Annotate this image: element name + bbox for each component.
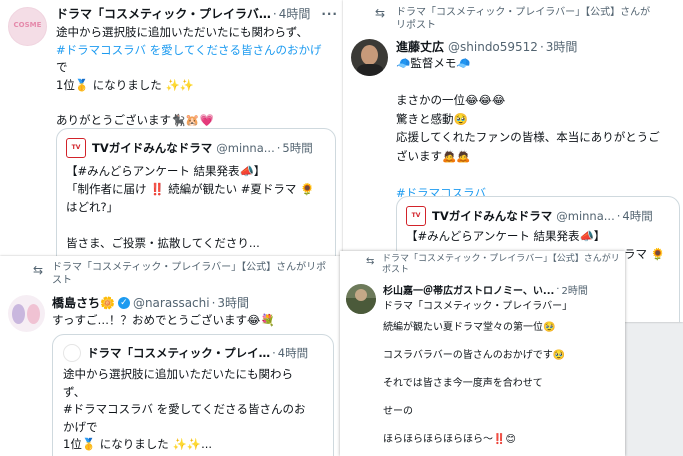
author-name[interactable]: ドラマ「コスメティック・プレイラバ… <box>56 5 271 22</box>
avatar[interactable] <box>351 39 388 76</box>
post-card-sugiyama[interactable]: ⇆ ドラマ「コスメティック・プレイラバー」【公式】さんがリポスト 杉山嘉一＠帯広… <box>340 251 625 456</box>
post-time[interactable]: 3時間 <box>217 294 249 311</box>
quote-time: 4時間 <box>622 209 653 223</box>
tvguide-logo-icon: TV <box>66 138 86 158</box>
repost-label[interactable]: ドラマ「コスメティック・プレイラバー」【公式】さんがリポスト <box>382 254 620 276</box>
repost-label[interactable]: ドラマ「コスメティック・プレイラバー」【公式】さんがリポスト <box>396 6 656 32</box>
author-handle: @shindo59512 <box>448 39 538 54</box>
avatar[interactable] <box>346 284 376 314</box>
post-card-hashijima[interactable]: ⇆ ドラマ「コスメティック・プレイラバー」【公式】さんがリポスト 橋島さち🌼 ✓… <box>0 256 343 456</box>
post-time[interactable]: 4時間 <box>279 5 311 22</box>
post-card-drama-official[interactable]: COSME ドラマ「コスメティック・プレイラバ… · 4時間 ··· 途中から選… <box>0 0 343 256</box>
reply-target[interactable]: ドラマ「コスメティック・プレイラバー」 <box>383 297 572 312</box>
post-text: すっすご…！？おめでとうございます😂💐 <box>52 313 275 327</box>
quote-author-handle: @minna... <box>216 141 275 155</box>
quote-author-name[interactable]: TVガイドみんなドラマ <box>432 208 552 224</box>
repost-icon: ⇆ <box>366 256 375 267</box>
repost-icon: ⇆ <box>375 6 386 20</box>
avatar[interactable] <box>8 295 45 332</box>
avatar-logo: COSME <box>13 21 42 29</box>
quoted-post[interactable]: TV TVガイドみんなドラマ @minna... · 5時間 【#みんどらアンケ… <box>56 128 336 256</box>
author-name[interactable]: 進藤丈広 <box>396 38 444 55</box>
post-time[interactable]: 2時間 <box>561 282 587 297</box>
author-name[interactable]: 杉山嘉一＠帯広ガストロノミー、い... <box>383 282 554 297</box>
author-name[interactable]: 橋島さち🌼 <box>52 294 115 311</box>
repost-icon: ⇆ <box>33 263 44 277</box>
post-text: 途中から選択肢に追加いただいたにも関わらず、 #ドラマコスラバ を愛してくださる… <box>56 25 322 127</box>
post-time[interactable]: 3時間 <box>546 38 578 55</box>
author-handle: @narassachi <box>132 295 210 310</box>
quote-author-name[interactable]: TVガイドみんなドラマ <box>92 140 212 156</box>
quoted-post[interactable]: ドラマ「コスメティック・プレイ… · 4時間 途中から選択肢に追加いただいたにも… <box>52 334 334 456</box>
tvguide-logo-icon: TV <box>406 206 426 226</box>
post-text: 🧢監督メモ🧢 まさかの一位😂😂😂 驚きと感動🥹 応援してくれたファンの皆様、本当… <box>396 56 660 200</box>
quote-time: 4時間 <box>277 346 309 360</box>
more-icon[interactable]: ··· <box>321 7 338 21</box>
quote-author-name[interactable]: ドラマ「コスメティック・プレイ… <box>87 345 270 361</box>
avatar[interactable]: COSME <box>8 7 47 46</box>
repost-label[interactable]: ドラマ「コスメティック・プレイラバー」【公式】さんがリポスト <box>52 261 336 287</box>
quote-time: 5時間 <box>282 141 313 155</box>
quote-author-handle: @minna... <box>556 209 615 223</box>
quote-avatar <box>63 344 81 362</box>
post-text: 続編が観たい夏ドラマ堂々の第一位🥹 コスラバラバーの皆さんのおかげです🥹 それで… <box>383 322 566 445</box>
verified-badge-icon: ✓ <box>117 296 130 309</box>
quote-text: 途中から選択肢に追加いただいたにも関わら ず、 #ドラマコスラバ を愛してくださ… <box>63 367 306 451</box>
quote-text: 【#みんどらアンケート 結果発表📣】 「制作者に届け ‼️ 続編が観たい #夏ド… <box>66 164 315 250</box>
